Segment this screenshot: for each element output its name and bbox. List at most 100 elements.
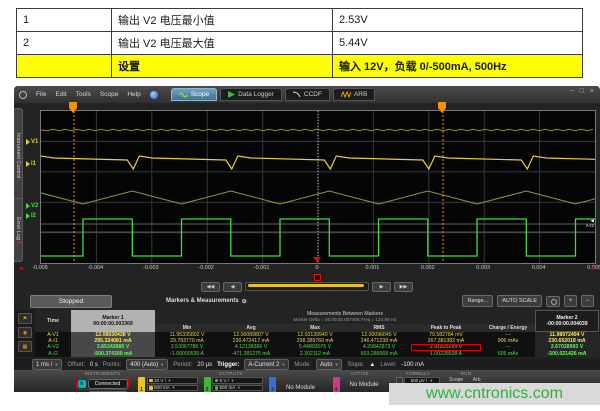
marker2-header[interactable]: Marker 2 -00:00:00.004039 xyxy=(535,310,599,332)
plot-tools: Range... AUTO SCALE + − xyxy=(462,295,594,307)
minimize-button[interactable]: − xyxy=(570,88,574,95)
slope-label: Slope: xyxy=(347,362,364,368)
channel-label-i2[interactable]: I2 xyxy=(26,213,36,219)
timebase-dropdown[interactable]: 1 ms / ▼ xyxy=(32,359,62,370)
tab-error-log[interactable]: Error Log ! xyxy=(14,198,23,262)
requirements-table: 1 输出 V2 电压最小值 2.53V 2 输出 V2 电压最大值 5.44V … xyxy=(16,8,583,78)
current-icon xyxy=(149,386,153,390)
channel-4-bar[interactable]: 4 xyxy=(333,377,340,392)
instrument-tabs: Scope Data Logger CCDF ARB xyxy=(171,88,376,101)
row-number: 2 xyxy=(17,32,112,55)
zoom-out-icon[interactable]: − xyxy=(581,295,594,307)
menu-edit[interactable]: Edit xyxy=(55,91,66,98)
marker-icon[interactable]: ⚑ xyxy=(18,313,32,324)
page: 1 输出 V2 电压最小值 2.53V 2 输出 V2 电压最大值 5.44V … xyxy=(0,0,600,411)
ch2-voltage-dropdown[interactable]: 5 V /▼ xyxy=(212,377,263,384)
scrollbar-track[interactable] xyxy=(245,282,369,291)
output-channel-2: 2 5 V /▼ 500 mA▼ 45 mW /▼ xyxy=(204,377,264,392)
chevron-down-icon: ▼ xyxy=(54,362,58,367)
table-icon[interactable]: ▦ xyxy=(18,341,32,352)
offset-value[interactable]: 0 s xyxy=(90,362,98,368)
chevron-down-icon: ▼ xyxy=(334,362,338,367)
maximize-button[interactable]: □ xyxy=(580,88,584,95)
menu-tools[interactable]: Tools xyxy=(76,91,91,98)
scrollbar-thumb[interactable] xyxy=(248,284,364,287)
row-value: 5.44V xyxy=(333,32,583,55)
globe-icon[interactable] xyxy=(150,91,158,99)
meas-cell: 1.00228538 A xyxy=(411,351,481,357)
between-markers-header: Measurements Between Markers Marker Delt… xyxy=(155,310,535,324)
scroll-last-button[interactable]: ▶▶ xyxy=(394,282,413,292)
period-label: Period: xyxy=(173,362,192,368)
timebase-value: 1 ms / xyxy=(36,362,52,368)
channel-3-bar[interactable]: 3 xyxy=(269,377,276,392)
trigger-position-marker[interactable] xyxy=(313,257,321,262)
channel-label-i1[interactable]: I1 xyxy=(26,161,36,167)
ch1-voltage-dropdown[interactable]: 10 V /▼ xyxy=(147,377,198,384)
scroll-first-button[interactable]: ◀◀ xyxy=(201,282,220,292)
marker2-flag[interactable] xyxy=(438,102,446,108)
ch2-current: 500 mA xyxy=(220,385,236,390)
tab-scope[interactable]: Scope xyxy=(171,88,217,101)
acquisition-settings-row: 1 ms / ▼ Offset: 0 s Points: 400 (Auto) … xyxy=(14,359,600,370)
ch2-current-dropdown[interactable]: 500 mA▼ xyxy=(212,385,263,392)
points-dropdown[interactable]: 400 (Auto) ▼ xyxy=(126,359,168,370)
menu-scope[interactable]: Scope xyxy=(100,91,118,98)
channel-2-bar[interactable]: 2 xyxy=(204,377,211,392)
range-button[interactable]: Range... xyxy=(462,295,493,307)
row-name: 输出 V2 电压最大值 xyxy=(112,32,333,55)
trigger-position-box[interactable] xyxy=(314,274,321,281)
channel-label-v1[interactable]: V1 xyxy=(26,139,38,145)
scroll-prev-button[interactable]: ◀ xyxy=(223,282,242,292)
col-max: Max xyxy=(283,324,347,332)
col-avg: Avg xyxy=(219,324,283,332)
instrument-a-chip[interactable]: A xyxy=(78,380,86,388)
tab-data-logger[interactable]: Data Logger xyxy=(220,88,282,101)
screenshot-icon[interactable] xyxy=(546,296,560,307)
menu-file[interactable]: File xyxy=(36,91,46,98)
autoscale-button[interactable]: AUTO SCALE xyxy=(497,295,542,307)
row-value: 输入 12V，负载 0/-500mA, 500Hz xyxy=(333,55,583,78)
channel-label-v2[interactable]: V2 xyxy=(26,203,38,209)
trigger-level-indicator[interactable]: ◀ A-I2 xyxy=(586,219,594,229)
slope-up-icon[interactable]: ▲ xyxy=(369,362,375,368)
gear-icon[interactable] xyxy=(19,91,27,99)
x-axis-tick: -0.002 xyxy=(186,265,226,271)
scope-app-window: File Edit Tools Scope Help Scope Data Lo… xyxy=(14,86,600,392)
ch1-current-dropdown[interactable]: 500 mA▼ xyxy=(147,385,198,392)
instrument-a-connect-button[interactable]: Connected xyxy=(88,379,128,389)
offset-label: Offset: xyxy=(67,362,85,368)
trigger-mode-dropdown[interactable]: Auto ▼ xyxy=(316,359,342,370)
waveform-plot[interactable]: ◀ A-I2 xyxy=(40,110,596,264)
tab-data-logger-label: Data Logger xyxy=(238,91,274,98)
tab-instrument-control[interactable]: Instrument Control xyxy=(14,108,23,204)
tab-arb[interactable]: ARB xyxy=(333,88,375,101)
tab-ccdf[interactable]: CCDF xyxy=(285,88,330,101)
tab-instrument-control-label: Instrument Control xyxy=(15,133,21,178)
marker1-header[interactable]: Marker 1 00:00:00.003369 xyxy=(71,310,155,332)
chevron-down-icon: ▼ xyxy=(160,362,164,367)
chevron-down-icon: ▼ xyxy=(230,378,234,383)
window-buttons: − □ × xyxy=(570,88,594,95)
output-channel-4: 4 No Module xyxy=(333,377,388,392)
collapse-icon[interactable]: ⊖ xyxy=(242,298,247,305)
ch1-current: 500 mA xyxy=(154,385,170,390)
scroll-next-button[interactable]: ▶ xyxy=(372,282,391,292)
instrument-b-connect-button[interactable]: Connect xyxy=(88,391,128,392)
menu-help[interactable]: Help xyxy=(127,91,140,98)
close-button[interactable]: × xyxy=(590,88,594,95)
row-name: 输出 V2 电压最小值 xyxy=(112,9,333,32)
stopped-button[interactable]: Stopped xyxy=(30,295,112,308)
trigger-source-dropdown[interactable]: A-Current 2 ▼ xyxy=(244,359,289,370)
table-row-settings: 设置 输入 12V，负载 0/-500mA, 500Hz xyxy=(17,55,583,78)
marker1-flag[interactable] xyxy=(69,102,77,108)
measure-icon[interactable]: ◉ xyxy=(18,327,32,338)
ch1-voltage: 10 V / xyxy=(154,378,166,383)
x-axis: -0.005-0.004-0.003-0.002-0.00100.0010.00… xyxy=(14,265,600,273)
x-axis-tick: -0.001 xyxy=(242,265,282,271)
level-value[interactable]: -100 mA xyxy=(401,362,424,368)
scope-wave-icon xyxy=(179,91,188,98)
marker1-time: 00:00:00.003369 xyxy=(93,321,133,327)
channel-1-bar[interactable]: 1 xyxy=(138,377,145,392)
zoom-in-icon[interactable]: + xyxy=(564,295,577,307)
